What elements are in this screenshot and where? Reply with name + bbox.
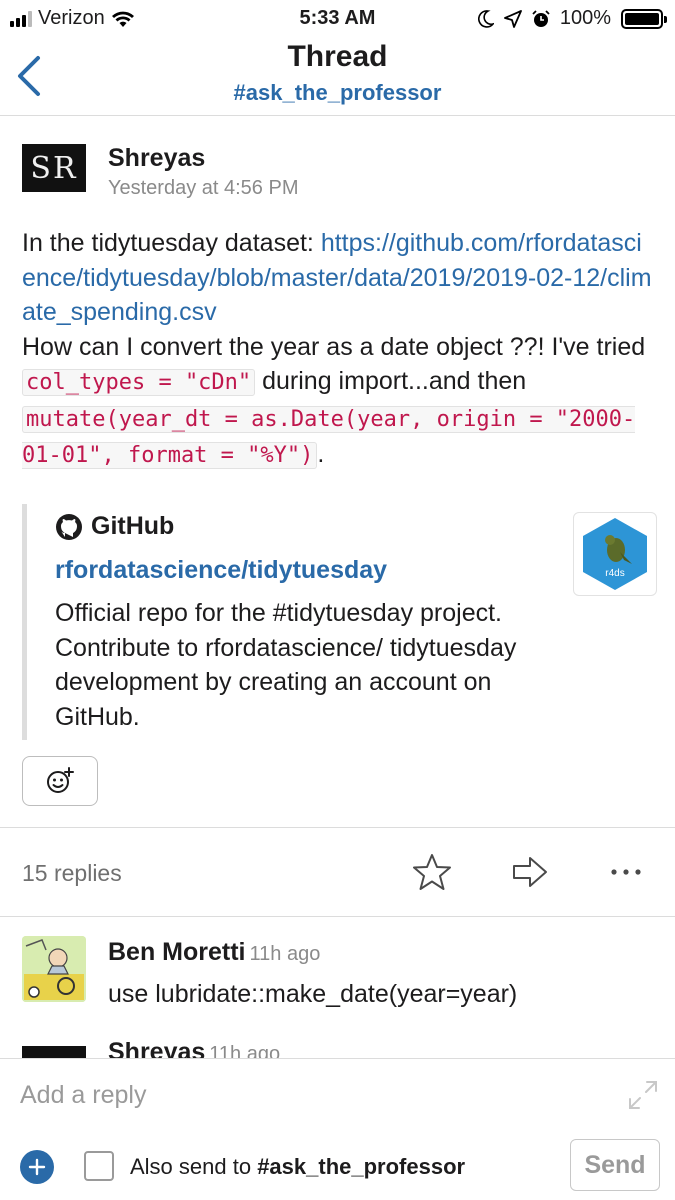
- r4ds-hex-logo: r4ds: [583, 518, 647, 590]
- replies-count: 15 replies: [22, 860, 122, 886]
- reply-author-line: Shreyas 11h ago: [108, 1038, 280, 1058]
- attach-plus-button[interactable]: [20, 1150, 54, 1184]
- message-author[interactable]: Shreyas: [108, 144, 205, 173]
- share-arrow-icon[interactable]: [510, 852, 550, 892]
- avatar-image: [22, 936, 86, 1002]
- reply-author[interactable]: Ben Moretti: [108, 938, 246, 966]
- add-reaction-button[interactable]: [22, 756, 98, 806]
- reply-input[interactable]: [20, 1073, 600, 1117]
- reply-author[interactable]: Shreyas: [108, 1038, 205, 1058]
- unfurl-title[interactable]: rfordatascience/tidytuesday: [55, 556, 387, 585]
- reply-author-line: Ben Moretti 11h ago: [108, 938, 320, 967]
- page-title: Thread: [287, 40, 388, 73]
- avatar[interactable]: [22, 1046, 86, 1058]
- message-text-intro: In the tidytuesday dataset:: [22, 229, 321, 257]
- reply-composer: Also send to #ask_the_professor Send: [0, 1058, 675, 1200]
- unfurl-source: GitHub: [55, 512, 174, 541]
- send-button[interactable]: Send: [570, 1139, 660, 1191]
- add-emoji-icon: [47, 767, 74, 793]
- status-bar: Verizon 5:33 AM 100%: [0, 0, 675, 38]
- message-text-question: How can I convert the year as a date obj…: [22, 332, 646, 361]
- star-icon[interactable]: [412, 852, 452, 892]
- reply-message: Shreyas 11h ago: [22, 1036, 662, 1058]
- plus-icon: [28, 1158, 46, 1176]
- reply-timestamp: 11h ago: [249, 943, 321, 965]
- message-text-end: .: [317, 440, 325, 468]
- also-send-channel: #ask_the_professor: [257, 1154, 466, 1179]
- also-send-label: Also send to #ask_the_professor: [130, 1154, 465, 1180]
- unfurl-thumbnail[interactable]: r4ds: [573, 512, 657, 596]
- inline-code: mutate(year_dt = as.Date(year, origin = …: [22, 405, 636, 469]
- alarm-icon: [532, 9, 550, 27]
- battery-icon: [621, 8, 667, 29]
- r4ds-logo-text: r4ds: [605, 568, 624, 579]
- more-options-icon[interactable]: [606, 852, 646, 892]
- message-body: In the tidytuesday dataset: https://gith…: [22, 226, 652, 474]
- location-icon: [503, 9, 522, 28]
- avatar[interactable]: [22, 936, 86, 1002]
- channel-link[interactable]: #ask_the_professor: [0, 80, 675, 106]
- battery-percent: 100%: [559, 7, 611, 29]
- reply-text: use lubridate::make_date(year=year): [108, 980, 518, 1008]
- moon-icon: [477, 9, 494, 28]
- also-send-text: Also send to: [130, 1154, 258, 1179]
- github-icon: [56, 513, 82, 540]
- divider: [0, 916, 675, 917]
- thread-header: Thread #ask_the_professor: [0, 38, 675, 116]
- unfurl-description: Official repo for the #tidytuesday proje…: [55, 599, 517, 731]
- message-text-during: during import...and then: [255, 367, 527, 395]
- message-timestamp: Yesterday at 4:56 PM: [108, 177, 299, 199]
- also-send-checkbox[interactable]: [84, 1151, 114, 1181]
- inline-code: col_types = "cDn": [22, 369, 256, 396]
- link-unfurl[interactable]: GitHub rfordatascience/tidytuesday Offic…: [22, 504, 657, 740]
- reply-timestamp: 11h ago: [209, 1043, 281, 1058]
- thread-actions-bar: 15 replies: [0, 828, 675, 916]
- unfurl-source-name: GitHub: [91, 512, 175, 540]
- avatar[interactable]: SR: [22, 144, 86, 192]
- expand-icon[interactable]: [627, 1079, 659, 1111]
